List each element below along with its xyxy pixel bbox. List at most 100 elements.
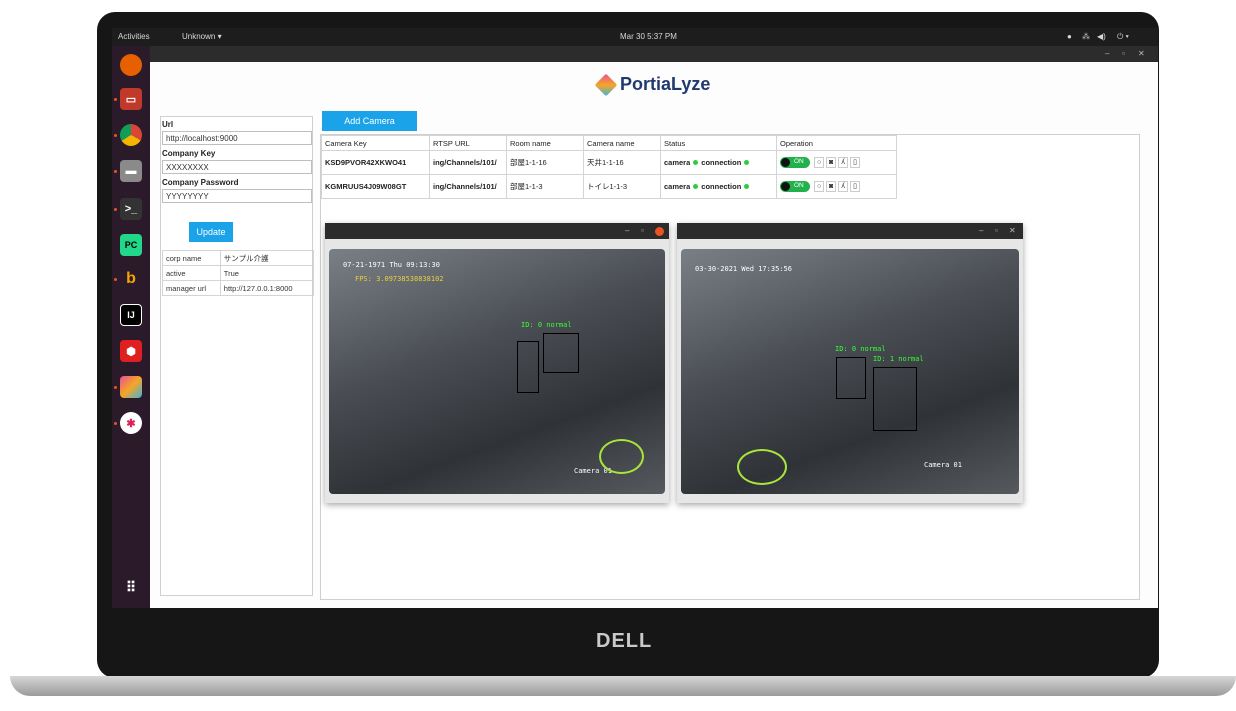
firefox-icon[interactable] xyxy=(120,54,142,76)
camera-window-titlebar: – ▫ ✕ xyxy=(677,223,1023,239)
info-value: True xyxy=(219,265,315,281)
connection-status-dot xyxy=(744,160,750,165)
toggle-label: ON xyxy=(794,182,804,189)
refresh-icon[interactable]: ○ xyxy=(814,157,825,168)
minimize-icon[interactable]: – xyxy=(979,226,983,235)
camera-window-2[interactable]: – ▫ ✕ 03-30-2021 Wed 17:35:56 ID: 0 norm… xyxy=(677,223,1023,503)
info-key: manager url xyxy=(162,280,221,296)
camera-toggle[interactable]: ON xyxy=(780,181,810,192)
column-header: Status xyxy=(660,135,777,151)
camera-status-dot xyxy=(693,184,699,189)
power-icon[interactable]: ⏻ ▾ xyxy=(1117,32,1129,42)
maximize-icon[interactable]: ▫ xyxy=(641,226,644,235)
company-key-field[interactable]: XXXXXXXX xyxy=(162,160,312,174)
camera-status-label: camera xyxy=(664,182,691,191)
operation-cell: ON ○ ◙ ʎ ▯ xyxy=(776,174,897,199)
osd-camera-label: Camera 01 xyxy=(924,461,962,469)
info-value: http://127.0.0.1:8000 xyxy=(219,280,315,296)
info-key: active xyxy=(162,265,221,281)
portialyze-logo-icon xyxy=(594,73,618,96)
settings-panel: Url http://localhost:9000 Company Key XX… xyxy=(160,116,315,596)
camera-window-1[interactable]: – ▫ 07-21-1971 Thu 09:13:30 FPS: 3.09738… xyxy=(325,223,669,503)
slack-icon[interactable]: ✱ xyxy=(120,412,142,434)
laptop-brand-logo: DELL xyxy=(596,630,653,652)
network-icon[interactable]: ⁂ xyxy=(1082,32,1090,41)
person-icon[interactable]: ʎ xyxy=(838,181,849,192)
camera-icon[interactable]: ◙ xyxy=(826,181,837,192)
maximize-icon[interactable]: ▫ xyxy=(1122,49,1125,58)
chrome-icon[interactable] xyxy=(120,124,142,146)
table-row: corp name サンプル介護 xyxy=(162,250,315,266)
app-menu[interactable]: Unknown ▾ xyxy=(182,32,222,41)
camera-table: Camera Key RTSP URL Room name Camera nam… xyxy=(321,135,897,199)
camera-key-cell[interactable]: KGMRUUS4J09W08GT xyxy=(321,174,430,199)
camera-status-label: camera xyxy=(664,158,691,167)
minimize-icon[interactable]: – xyxy=(1105,49,1109,58)
connection-status-dot xyxy=(744,184,750,189)
table-row: manager url http://127.0.0.1:8000 xyxy=(162,280,315,296)
connection-status-label: connection xyxy=(701,182,742,191)
column-header: Operation xyxy=(776,135,897,151)
toggle-label: ON xyxy=(794,158,804,165)
trash-icon[interactable]: ▯ xyxy=(850,157,861,168)
green-chair xyxy=(737,449,787,485)
camera-name-cell[interactable]: トイレ1-1-3 xyxy=(583,174,661,199)
pycharm-icon[interactable]: PC xyxy=(120,234,142,256)
person-label: ID: 0 normal xyxy=(521,321,572,329)
activities-button[interactable]: Activities xyxy=(118,32,150,41)
person-label: ID: 1 normal xyxy=(873,355,924,363)
camera-panel: Camera Key RTSP URL Room name Camera nam… xyxy=(320,134,1140,600)
company-password-label: Company Password xyxy=(162,178,239,187)
brand-name: PortiaLyze xyxy=(620,74,711,94)
url-label: Url xyxy=(162,120,174,129)
osd-timestamp: 07-21-1971 Thu 09:13:30 xyxy=(343,261,440,269)
refresh-icon[interactable]: ○ xyxy=(814,181,825,192)
room-name-cell[interactable]: 部屋1-1-3 xyxy=(506,174,584,199)
rtsp-url-cell[interactable]: ing/Channels/101/ xyxy=(429,150,507,175)
close-icon[interactable]: ✕ xyxy=(1009,226,1016,235)
camera-window-titlebar: – ▫ xyxy=(325,223,669,239)
company-key-label: Company Key xyxy=(162,149,216,158)
column-header: Camera name xyxy=(583,135,661,151)
clock[interactable]: Mar 30 5:37 PM xyxy=(620,32,677,41)
column-header: Room name xyxy=(506,135,584,151)
maximize-icon[interactable]: ▫ xyxy=(995,226,998,235)
table-row[interactable]: KSD9PVOR42XKWO41 ing/Channels/101/ 部屋1-1… xyxy=(321,150,897,175)
camera-key-cell[interactable]: KSD9PVOR42XKWO41 xyxy=(321,150,430,175)
room-name-cell[interactable]: 部屋1-1-16 xyxy=(506,150,584,175)
record-icon[interactable]: ● xyxy=(1067,32,1072,41)
table-row: active True xyxy=(162,265,315,281)
person-icon[interactable]: ʎ xyxy=(838,157,849,168)
close-icon[interactable]: ✕ xyxy=(1138,49,1145,58)
trash-icon[interactable]: ▯ xyxy=(850,181,861,192)
volume-icon[interactable]: ◀) xyxy=(1097,32,1106,41)
table-row[interactable]: KGMRUUS4J09W08GT ing/Channels/101/ 部屋1-1… xyxy=(321,174,897,199)
terminal-icon[interactable]: >_ xyxy=(120,198,142,220)
portialyze-app-icon[interactable] xyxy=(120,376,142,398)
camera-feed-2: 03-30-2021 Wed 17:35:56 ID: 0 normal ID:… xyxy=(681,249,1019,494)
laptop-base xyxy=(10,676,1236,696)
close-icon[interactable] xyxy=(655,227,664,236)
person-bounding-box xyxy=(517,341,539,393)
screenshot-app-icon[interactable]: ▭ xyxy=(120,88,142,110)
files-icon[interactable]: ▬ xyxy=(120,160,142,182)
camera-name-cell[interactable]: 天井1-1-16 xyxy=(583,150,661,175)
blender-icon[interactable]: b xyxy=(120,268,142,290)
company-info-table: corp name サンプル介護 active True manager url ht… xyxy=(162,250,315,296)
company-password-field[interactable]: YYYYYYYY xyxy=(162,189,312,203)
person-label: ID: 0 normal xyxy=(835,345,886,353)
rtsp-url-cell[interactable]: ing/Channels/101/ xyxy=(429,174,507,199)
show-apps-icon[interactable]: ⠿ xyxy=(120,576,142,598)
green-chair xyxy=(599,439,644,474)
update-button[interactable]: Update xyxy=(189,222,233,242)
hexagon-app-icon[interactable]: ⬢ xyxy=(120,340,142,362)
info-value: サンプル介護 xyxy=(219,250,315,266)
camera-toggle[interactable]: ON xyxy=(780,157,810,168)
camera-feed-1: 07-21-1971 Thu 09:13:30 FPS: 3.097385388… xyxy=(329,249,665,494)
add-camera-button[interactable]: Add Camera xyxy=(322,111,417,131)
intellij-icon[interactable]: IJ xyxy=(120,304,142,326)
screen: Activities Unknown ▾ Mar 30 5:37 PM ● ⁂ … xyxy=(112,28,1158,608)
minimize-icon[interactable]: – xyxy=(625,226,629,235)
url-field[interactable]: http://localhost:9000 xyxy=(162,131,312,145)
camera-icon[interactable]: ◙ xyxy=(826,157,837,168)
